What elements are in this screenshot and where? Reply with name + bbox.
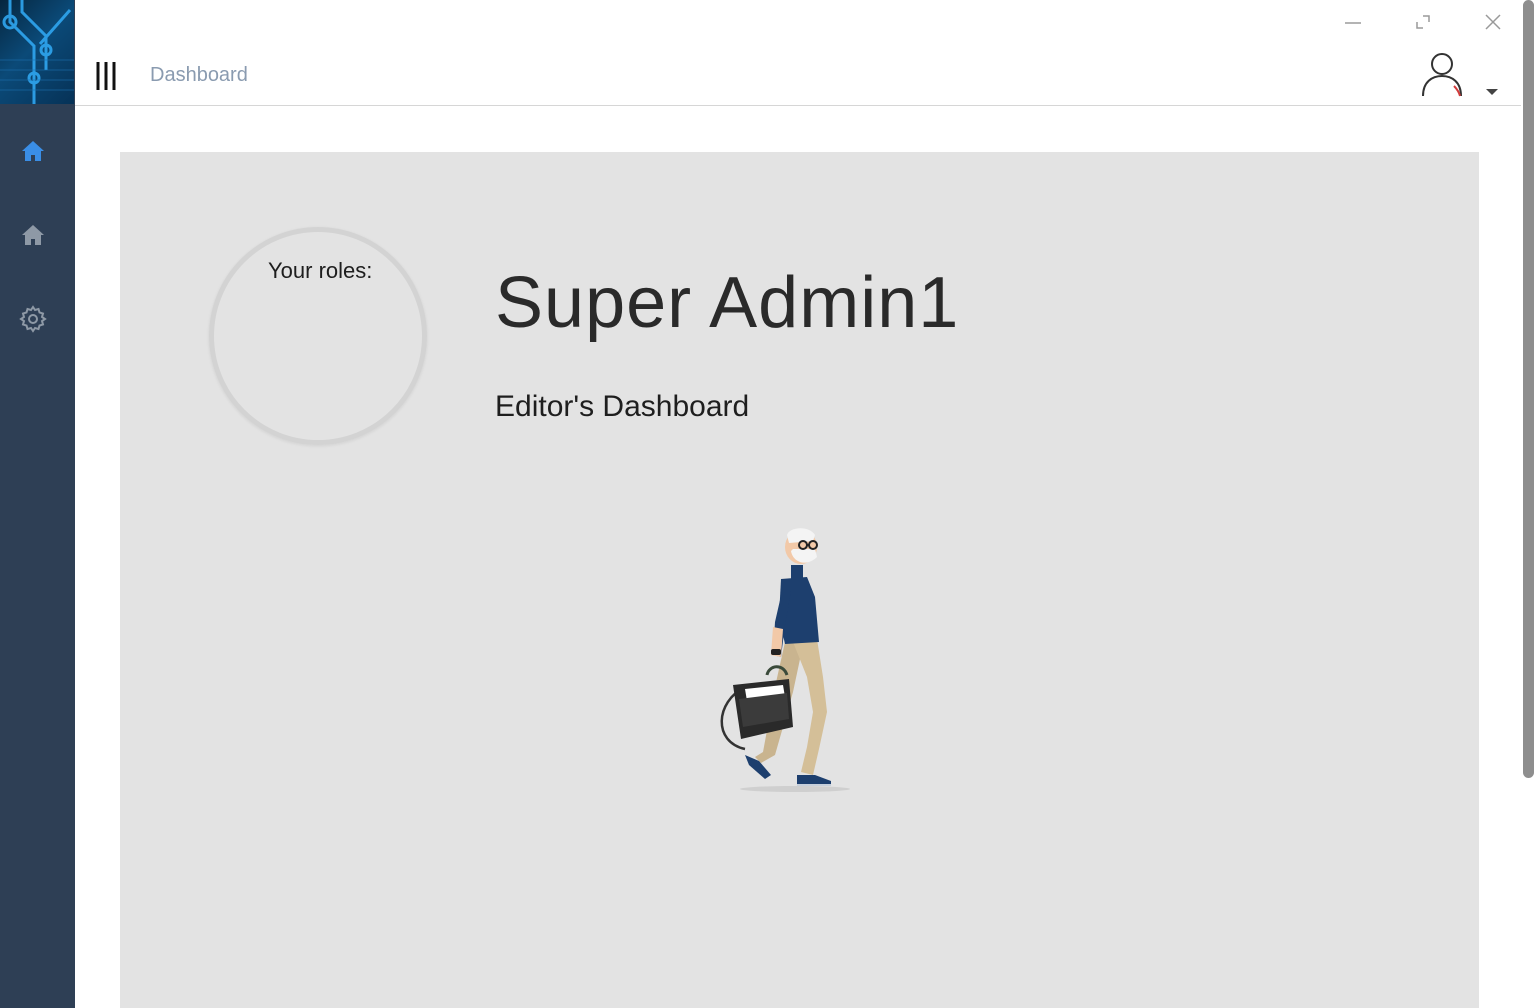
minimize-button[interactable] <box>1338 8 1368 36</box>
dashboard-title: Editor's Dashboard <box>495 390 750 423</box>
maximize-icon <box>1416 15 1430 29</box>
walking-man-illustration <box>720 528 850 792</box>
sidebar <box>0 0 75 1008</box>
home-icon <box>22 141 44 161</box>
close-icon <box>1485 14 1501 30</box>
sidebar-item-home[interactable] <box>12 214 54 256</box>
user-menu-dropdown[interactable] <box>1482 84 1502 100</box>
top-bar: Dashboard <box>75 0 1521 106</box>
menu-icon <box>96 62 116 90</box>
app-logo <box>0 0 74 104</box>
menu-toggle-button[interactable] <box>91 60 121 92</box>
gear-icon <box>19 305 47 333</box>
vertical-scrollbar[interactable] <box>1521 0 1536 1008</box>
scrollbar-thumb[interactable] <box>1523 0 1534 778</box>
sidebar-item-settings[interactable] <box>12 298 54 340</box>
breadcrumb-dashboard[interactable]: Dashboard <box>150 64 248 87</box>
user-icon <box>1422 53 1462 97</box>
minimize-icon <box>1345 22 1361 24</box>
maximize-button[interactable] <box>1408 8 1438 36</box>
chevron-down-icon <box>1486 89 1498 95</box>
user-avatar[interactable] <box>1418 50 1466 100</box>
dashboard-panel: Your roles: Super Admin1 Editor's Dashbo… <box>120 152 1479 1008</box>
home-icon <box>22 225 44 245</box>
roles-label: Your roles: <box>268 258 373 283</box>
sidebar-item-home-active[interactable] <box>12 130 54 172</box>
close-button[interactable] <box>1478 8 1508 36</box>
user-name-heading: Super Admin1 <box>495 263 960 343</box>
